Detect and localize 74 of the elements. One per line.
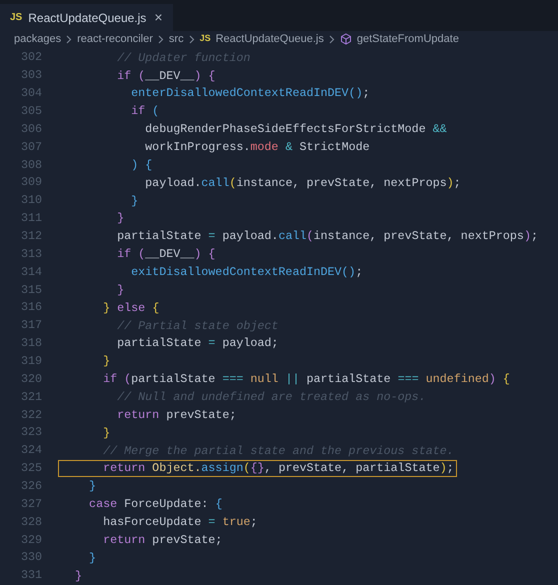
code-line: } else { (102, 300, 160, 317)
line-number: 331 (20, 567, 42, 584)
code-line: if ( (130, 103, 160, 120)
line-number: 328 (20, 514, 42, 531)
file-type-label: JS (200, 32, 211, 46)
line-number: 303 (20, 67, 42, 84)
line-number: 315 (20, 282, 42, 299)
line-number: 323 (20, 424, 42, 442)
code-line: } (88, 478, 98, 496)
line-number: 309 (20, 174, 42, 192)
cube-icon (340, 33, 352, 46)
line-number: 304 (20, 85, 42, 102)
breadcrumb-item[interactable]: react-reconciler (77, 30, 153, 48)
code-line: case ForceUpdate: { (88, 496, 224, 514)
line-number: 314 (20, 264, 42, 281)
code-line: payload.call(instance, prevState, nextProps); (144, 174, 462, 192)
line-number: 325 (20, 460, 42, 478)
code-line: } (102, 424, 112, 442)
line-number: 308 (20, 156, 42, 174)
file-type-label: JS (10, 11, 22, 26)
code-line: partialState = payload.call(instance, prevState, nextProps); (116, 228, 539, 246)
breadcrumb-item[interactable]: src (168, 30, 184, 48)
line-number: 313 (20, 246, 42, 263)
code-line: workInProgress.mode & StrictMode (144, 138, 371, 156)
breadcrumb-item[interactable]: packages (14, 30, 62, 48)
line-number: 307 (20, 138, 42, 156)
line-number: 321 (20, 388, 42, 406)
code-line: } (130, 192, 140, 210)
line-number: 318 (20, 335, 42, 352)
breadcrumb-item[interactable]: getStateFromUpdate (356, 30, 459, 48)
line-number: 326 (20, 478, 42, 495)
line-number: 327 (20, 496, 42, 513)
code-line: if (__DEV__) { (116, 246, 216, 264)
line-number: 330 (20, 549, 42, 566)
code-line: // Null and undefined are treated as no-ops. (116, 388, 427, 406)
code-line: hasForceUpdate = true; (102, 514, 258, 531)
chevron-icon (328, 34, 335, 44)
code-line: } (116, 210, 126, 228)
chevron-icon (188, 34, 195, 44)
line-number: 324 (20, 442, 42, 460)
code-line: // Partial state object (116, 318, 280, 335)
close-button[interactable]: × (154, 7, 162, 28)
code-line: ) { (130, 156, 154, 174)
line-number: 322 (20, 406, 42, 424)
code-line: return prevState; (116, 406, 238, 424)
code-line: partialState = payload; (116, 335, 280, 352)
line-number: 302 (20, 49, 42, 66)
line-number: 312 (20, 228, 42, 245)
code-line: } (88, 550, 98, 567)
code-line: // Updater function (116, 50, 252, 67)
breadcrumb-item[interactable]: ReactUpdateQueue.js (216, 30, 324, 48)
code-line: } (116, 282, 126, 299)
editor-tab[interactable]: JS ReactUpdateQueue.js × (0, 4, 172, 32)
code-line: if (__DEV__) { (116, 68, 216, 84)
line-number: 320 (20, 370, 42, 388)
chevron-icon (66, 34, 72, 44)
line-number: 316 (20, 299, 42, 316)
code-line: } (102, 353, 112, 370)
chevron-icon (158, 34, 164, 44)
line-number: 310 (20, 192, 42, 210)
code-line: if (partialState === null || partialState === undefined) { (102, 371, 511, 388)
code-line: } (74, 568, 84, 585)
line-number: 329 (20, 532, 42, 549)
code-line: exitDisallowedContextReadInDEV(); (130, 264, 364, 281)
line-number: 319 (20, 352, 42, 370)
line-number: 305 (20, 102, 42, 120)
line-number: 311 (20, 210, 42, 228)
tab-label: ReactUpdateQueue.js (28, 10, 146, 27)
line-number: 317 (20, 317, 42, 334)
line-number: 306 (20, 120, 42, 138)
code-line: return prevState; (102, 532, 224, 549)
code-line: debugRenderPhaseSideEffectsForStrictMode && (144, 121, 448, 138)
code-line: enterDisallowedContextReadInDEV(); (130, 85, 371, 102)
code-line: // Merge the partial state and the previous state. (102, 442, 455, 460)
